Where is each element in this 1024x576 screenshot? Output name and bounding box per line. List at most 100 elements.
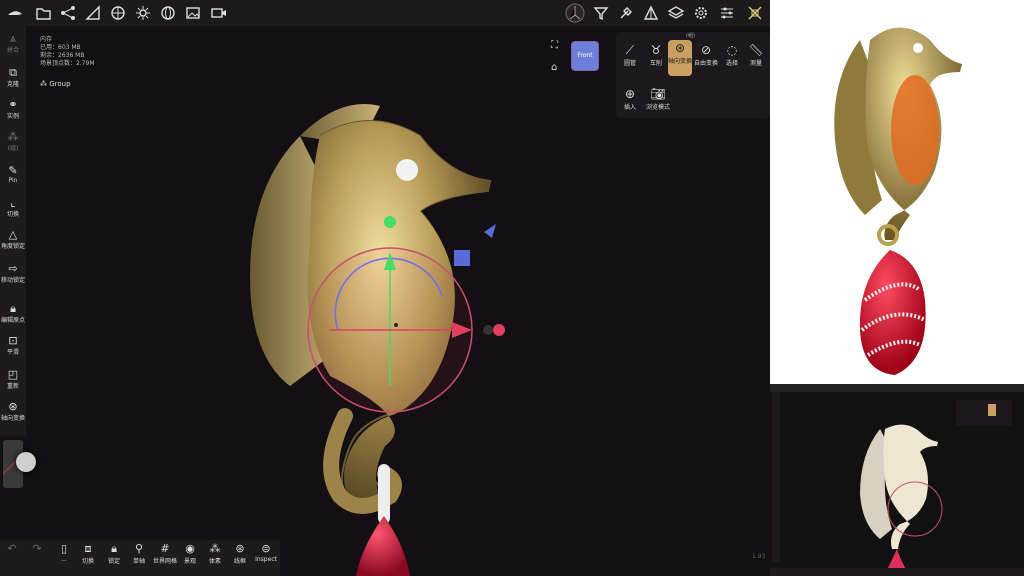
view-cube[interactable]: Front	[572, 42, 598, 70]
left-item-instance[interactable]: ⚭ 实例	[0, 98, 26, 120]
eye-icon: ◉	[185, 542, 195, 555]
single-axis-button[interactable]: ⚲ 单轴	[127, 542, 151, 565]
pip-bottom-toolbar	[770, 568, 1024, 576]
top-toolbar	[0, 0, 770, 27]
redo-box-icon: ◰	[7, 368, 19, 381]
outliner-group-item[interactable]: ⁂ Group	[40, 80, 71, 88]
share-icon: ⁂	[40, 80, 47, 88]
group-icon: ⁂	[7, 130, 19, 143]
tool-measure[interactable]: 📏︎ 测量	[744, 42, 768, 67]
redo-icon: ↷	[32, 542, 42, 555]
link-icon: ⚭	[8, 98, 18, 111]
grid-icon: #	[160, 542, 170, 555]
sun-icon[interactable]	[134, 4, 152, 22]
reference-image-seahorse-pendant	[770, 0, 1024, 384]
sliders-icon[interactable]	[718, 4, 736, 22]
left-item-flatten[interactable]: ⩓ 拼合	[0, 32, 26, 54]
inspect-icon: ⊜	[261, 542, 271, 555]
view-orb-icon[interactable]	[564, 2, 586, 24]
left-item-switch[interactable]: ⌞ 切换	[0, 196, 26, 218]
left-item-axis-transform[interactable]: ⊛ 轴向变换	[0, 400, 26, 422]
switch-button[interactable]: ⧈ 切换	[76, 542, 100, 565]
tool-icon[interactable]	[617, 4, 635, 22]
lock-icon: 🔒︎	[10, 302, 16, 315]
brush-size-slider-handle[interactable]	[16, 452, 36, 472]
memory-used: 已用：603 MB	[40, 44, 81, 51]
left-item-angle-lock[interactable]: △ 角度锁定	[0, 228, 26, 250]
insert-icon: ⊕	[624, 87, 636, 101]
lock-icon: 🔒︎	[111, 542, 117, 555]
left-item-group[interactable]: ⁂ (组)	[0, 130, 26, 152]
lock-button[interactable]: 🔒︎ 锁定	[102, 542, 126, 565]
video-icon[interactable]	[210, 4, 228, 22]
memory-title: 内存	[40, 36, 53, 43]
share-icon[interactable]	[59, 4, 77, 22]
grid-icon[interactable]	[109, 4, 127, 22]
left-item-redo[interactable]: ◰ 重新	[0, 368, 26, 390]
home-icon[interactable]: ⌂	[551, 62, 557, 73]
inspect-button[interactable]: ⊜ Inspect	[254, 542, 278, 563]
pip-seahorse-render	[860, 424, 943, 576]
view-button[interactable]: ◉ 景观	[178, 542, 202, 565]
memory-free: 剩余：2636 MB	[40, 52, 85, 59]
redo-button[interactable]: ↷	[25, 542, 49, 556]
tool-axis-transform[interactable]: ⊛ 轴向变换	[668, 40, 692, 76]
free-transform-icon: ⊘	[700, 43, 712, 57]
scene-vertex-count: 场景顶点数：2.79M	[40, 60, 95, 67]
fps-readout: 1.93	[752, 553, 766, 560]
axis-transform-icon: ⊛	[674, 41, 686, 55]
lathe-icon: ♉	[650, 43, 662, 57]
group-label: Group	[49, 80, 71, 88]
brand-logo-icon[interactable]	[6, 4, 24, 22]
left-item-move-lock[interactable]: ⇨ 移动锁定	[0, 262, 26, 284]
voxel-button[interactable]: ⁂ 体素	[203, 542, 227, 565]
move-icon: ⇨	[8, 262, 18, 275]
phone-icon: ▯	[60, 542, 68, 555]
right-tool-palette: (组) ⟋ 圆管 ♉ 车削 ⊛ 轴向变换 ⊘ 自由变换 ◌ 选择 📏︎ 测量 ⊕ 插入 📷︎ 浏…	[616, 32, 770, 118]
tool-lathe[interactable]: ♉ 车削	[644, 42, 668, 67]
tube-icon: ⟋	[625, 43, 635, 57]
world-grid-button[interactable]: # 世界网格	[152, 542, 178, 565]
memory-info-panel: 内存 已用：603 MB 剩余：2636 MB 场景顶点数：2.79M	[40, 36, 95, 68]
camera-icon: 📷︎	[650, 87, 666, 101]
voxel-icon: ⁂	[209, 542, 221, 555]
settings-icon[interactable]	[692, 4, 710, 22]
angle-icon: △	[8, 228, 18, 241]
triangle-stack-icon: ⩓	[9, 32, 17, 45]
tool-insert[interactable]: ⊕ 插入	[618, 86, 642, 111]
layers-icon[interactable]	[667, 4, 685, 22]
left-item-smooth[interactable]: ⊡ 平滑	[0, 334, 26, 356]
undo-icon: ↶	[7, 542, 17, 555]
filter-icon[interactable]	[592, 4, 610, 22]
switch-icon: ⌞	[10, 196, 16, 209]
axis-transform-icon: ⊛	[8, 400, 18, 413]
wireframe-icon: ⊛	[235, 542, 245, 555]
left-item-pin[interactable]: ✎ Pin	[0, 164, 26, 184]
measure-icon: 📏︎	[748, 43, 764, 57]
ruler-icon[interactable]	[84, 4, 102, 22]
smooth-icon: ⊡	[8, 334, 18, 347]
wireframe-button[interactable]: ⊛ 线框	[228, 542, 252, 565]
select-icon: ◌	[726, 43, 738, 57]
undo-button[interactable]: ↶	[0, 542, 24, 556]
tool-select[interactable]: ◌ 选择	[720, 42, 744, 67]
folder-icon[interactable]	[34, 4, 52, 22]
tool-free-transform[interactable]: ⊘ 自由变换	[694, 42, 718, 67]
bottom-toolbar: ↶ ↷ ▯... ⧈ 切换 🔒︎ 锁定 ⚲ 单轴 # 世界网格 ◉ 景观 ⁂ 体素 ⊛ 线框 …	[0, 540, 280, 576]
left-toolbar: ⩓ 拼合 ⧉ 克隆 ⚭ 实例 ⁂ (组) ✎ Pin ⌞ 切换 △ 角度锁定 ⇨ 移动锁定 🔒︎…	[0, 26, 26, 436]
pin-icon: ✎	[8, 164, 18, 177]
transform-icon[interactable]	[746, 4, 764, 22]
triangle-icon[interactable]	[642, 4, 660, 22]
search-icon: ⚲	[134, 542, 144, 555]
tool-browse-mode[interactable]: 📷︎ 浏览模式	[642, 86, 674, 111]
device-button[interactable]: ▯...	[52, 542, 76, 563]
globe-icon[interactable]	[159, 4, 177, 22]
clone-icon: ⧉	[9, 66, 17, 79]
picture-in-picture-recording	[770, 384, 1024, 576]
palette-header: (组)	[686, 33, 695, 39]
left-item-clone[interactable]: ⧉ 克隆	[0, 66, 26, 88]
tool-tube[interactable]: ⟋ 圆管	[618, 42, 642, 67]
left-item-edit-origin[interactable]: 🔒︎ 编辑原点	[0, 302, 26, 324]
viewport-expand-icon[interactable]: ⛶	[551, 40, 558, 51]
image-icon[interactable]	[184, 4, 202, 22]
